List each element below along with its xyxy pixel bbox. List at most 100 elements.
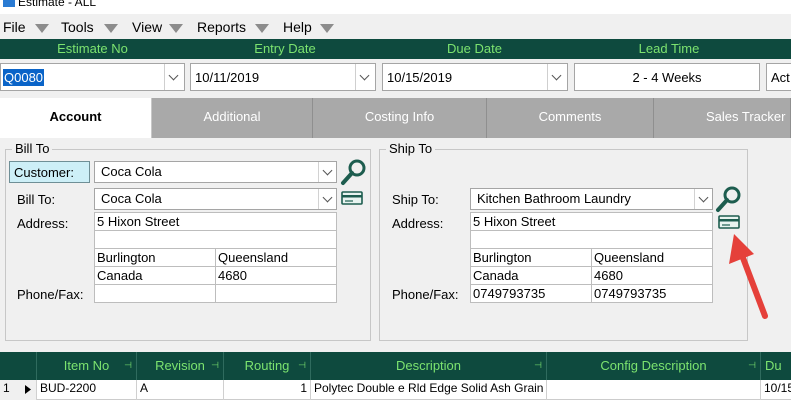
customer-label: Customer: xyxy=(14,165,74,180)
chevron-down-icon xyxy=(168,70,179,81)
search-icon[interactable] xyxy=(714,185,744,213)
row-number-cell[interactable]: 1 xyxy=(0,380,37,400)
ship-address-label: Address: xyxy=(392,216,444,231)
menu-reports[interactable]: Reports xyxy=(197,19,246,35)
chevron-down-icon xyxy=(551,70,562,81)
cell-revision[interactable]: A xyxy=(137,380,224,400)
row-number-column-header[interactable] xyxy=(0,352,37,380)
lead-time-label: Lead Time xyxy=(638,41,700,56)
bill-country[interactable]: Canada xyxy=(94,266,216,285)
chevron-down-icon[interactable] xyxy=(104,24,118,33)
lead-time-field[interactable]: 2 - 4 Weeks xyxy=(574,63,760,91)
cell-routing[interactable]: 1 xyxy=(224,380,311,400)
title-bar: Estimate - ALL xyxy=(0,0,791,14)
cell-item-no[interactable]: BUD-2200 xyxy=(37,380,137,400)
column-header-item-no[interactable]: Item No ⊣ xyxy=(37,352,137,380)
bill-to-dropdown-button[interactable] xyxy=(318,189,336,209)
menu-help[interactable]: Help xyxy=(283,19,312,35)
bill-to-combo[interactable]: Coca Cola xyxy=(94,188,337,210)
menu-tools[interactable]: Tools xyxy=(61,19,94,35)
due-date-value: 10/15/2019 xyxy=(387,70,453,85)
entry-date-dropdown-button[interactable] xyxy=(355,64,375,90)
estimate-no-dropdown-button[interactable] xyxy=(164,64,184,90)
ship-to-group-title: Ship To xyxy=(386,141,436,157)
chevron-down-icon[interactable] xyxy=(320,24,334,33)
cell-due[interactable]: 10/15/ xyxy=(761,380,791,400)
entry-date-label: Entry Date xyxy=(254,41,316,56)
ship-fax[interactable]: 0749793735 xyxy=(591,284,713,303)
lead-time-value: 2 - 4 Weeks xyxy=(632,70,702,85)
bill-address-label: Address: xyxy=(17,216,69,231)
ship-country[interactable]: Canada xyxy=(470,266,592,285)
card-icon[interactable] xyxy=(341,190,363,206)
customer-dropdown-button[interactable] xyxy=(318,162,336,182)
search-icon[interactable] xyxy=(339,158,369,186)
bill-to-value: Coca Cola xyxy=(101,191,162,206)
bill-to-group-title: Bill To xyxy=(12,141,53,157)
bill-city[interactable]: Burlington xyxy=(94,248,216,267)
menu-file[interactable]: File xyxy=(3,19,26,35)
customer-combo[interactable]: Coca Cola xyxy=(94,161,337,183)
column-header-due[interactable]: Du xyxy=(761,352,791,380)
ship-city[interactable]: Burlington xyxy=(470,248,592,267)
pin-icon[interactable]: ⊣ xyxy=(298,361,306,370)
chevron-down-icon[interactable] xyxy=(35,24,49,33)
bill-address-line1[interactable]: 5 Hixon Street xyxy=(94,212,337,231)
card-icon[interactable] xyxy=(718,214,740,230)
line-items-grid-header: Item No ⊣ Revision ⊣ Routing ⊣ Descripti… xyxy=(0,352,791,380)
chevron-down-icon xyxy=(698,192,709,203)
pin-icon[interactable]: ⊣ xyxy=(748,361,756,370)
ship-phone[interactable]: 0749793735 xyxy=(470,284,592,303)
ship-to-combo[interactable]: Kitchen Bathroom Laundry xyxy=(470,188,713,210)
chevron-down-icon[interactable] xyxy=(169,24,183,33)
window-title: Estimate - ALL xyxy=(18,0,97,9)
column-header-description[interactable]: Description ⊣ xyxy=(311,352,547,380)
chevron-down-icon[interactable] xyxy=(255,24,269,33)
due-date-label: Due Date xyxy=(447,41,502,56)
chevron-down-icon xyxy=(322,192,333,203)
ship-to-dropdown-button[interactable] xyxy=(694,189,712,209)
customer-value: Coca Cola xyxy=(101,164,162,179)
ship-state[interactable]: Queensland xyxy=(591,248,713,267)
tab-comments[interactable]: Comments xyxy=(487,98,654,138)
bill-state[interactable]: Queensland xyxy=(215,248,337,267)
ship-to-label: Ship To: xyxy=(392,192,439,207)
due-date-picker[interactable]: 10/15/2019 xyxy=(382,63,568,91)
table-row[interactable]: 1 BUD-2200 A 1 Polytec Double e Rld Edge… xyxy=(0,380,791,400)
bill-address-line2[interactable] xyxy=(94,230,337,249)
tab-costing-info[interactable]: Costing Info xyxy=(313,98,487,138)
bill-phone-fax-label: Phone/Fax: xyxy=(17,287,84,302)
estimate-no-value: Q0080 xyxy=(4,70,44,85)
ship-address-line1[interactable]: 5 Hixon Street xyxy=(470,212,713,231)
chevron-down-icon xyxy=(359,70,370,81)
bill-postcode[interactable]: 4680 xyxy=(215,266,337,285)
entry-date-picker[interactable]: 10/11/2019 xyxy=(190,63,376,91)
pin-icon[interactable]: ⊣ xyxy=(534,361,542,370)
column-header-routing[interactable]: Routing ⊣ xyxy=(224,352,311,380)
estimate-no-label: Estimate No xyxy=(57,41,128,56)
menu-bar: File Tools View Reports Help xyxy=(0,14,791,38)
due-date-dropdown-button[interactable] xyxy=(547,64,567,90)
cell-config-description[interactable] xyxy=(547,380,761,400)
menu-view[interactable]: View xyxy=(132,19,162,35)
ship-phone-fax-label: Phone/Fax: xyxy=(392,287,459,302)
annotation-arrow xyxy=(729,234,768,319)
ship-address-line2[interactable] xyxy=(470,230,713,249)
tab-additional[interactable]: Additional xyxy=(152,98,313,138)
column-header-config-description[interactable]: Config Description ⊣ xyxy=(547,352,761,380)
chevron-down-icon xyxy=(322,165,333,176)
column-header-revision[interactable]: Revision ⊣ xyxy=(137,352,224,380)
pin-icon[interactable]: ⊣ xyxy=(124,361,132,370)
tab-sales-tracker[interactable]: Sales Tracker xyxy=(654,98,791,138)
estimate-no-combo[interactable]: Q0080 xyxy=(0,63,185,91)
status-field[interactable]: Act xyxy=(766,63,791,91)
tab-strip: Account Additional Costing Info Comments… xyxy=(0,98,791,138)
pin-icon[interactable]: ⊣ xyxy=(211,361,219,370)
bill-to-label: Bill To: xyxy=(17,192,56,207)
entry-date-value: 10/11/2019 xyxy=(195,70,260,85)
ship-postcode[interactable]: 4680 xyxy=(591,266,713,285)
bill-fax[interactable] xyxy=(215,284,337,303)
tab-account[interactable]: Account xyxy=(0,98,152,138)
cell-description[interactable]: Polytec Double e Rld Edge Solid Ash Grai… xyxy=(311,380,547,400)
bill-phone[interactable] xyxy=(94,284,216,303)
